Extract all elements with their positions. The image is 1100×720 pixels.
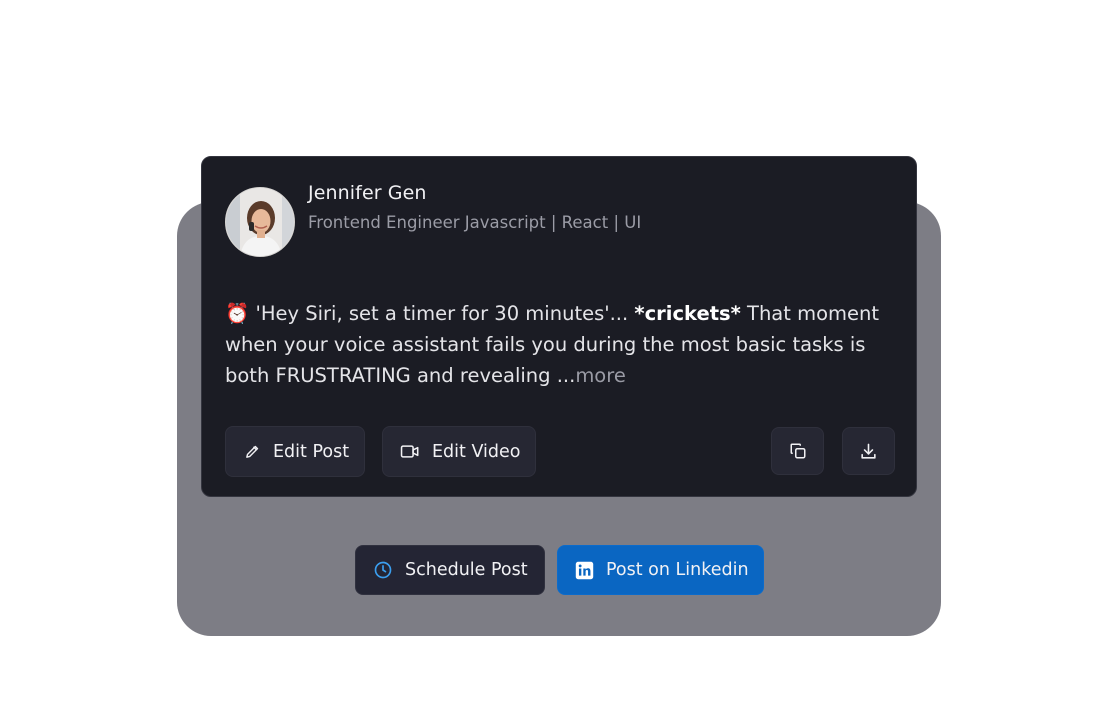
schedule-post-button[interactable]: Schedule Post (355, 545, 545, 595)
author-headline: Frontend Engineer Javascript | React | U… (308, 213, 642, 232)
post-body-bold: *crickets* (634, 302, 741, 325)
post-card: Jennifer Gen Frontend Engineer Javascrip… (201, 156, 917, 497)
edit-post-label: Edit Post (273, 441, 350, 462)
download-button[interactable] (842, 427, 895, 475)
schedule-post-label: Schedule Post (405, 560, 528, 580)
post-on-linkedin-label: Post on Linkedin (606, 560, 749, 580)
author-avatar (225, 187, 295, 257)
clock-icon (373, 560, 393, 580)
alarm-clock-emoji: ⏰ (225, 302, 250, 325)
copy-icon (789, 442, 807, 460)
post-on-linkedin-button[interactable]: Post on Linkedin (557, 545, 764, 595)
post-body: ⏰ 'Hey Siri, set a timer for 30 minutes'… (225, 298, 905, 391)
download-icon (859, 442, 878, 461)
edit-video-label: Edit Video (432, 441, 521, 462)
see-more-link[interactable]: more (575, 364, 626, 387)
linkedin-icon (575, 561, 594, 580)
edit-post-button[interactable]: Edit Post (225, 426, 365, 477)
video-camera-icon (400, 443, 420, 460)
pencil-icon (244, 443, 261, 460)
post-body-text-start: 'Hey Siri, set a timer for 30 minutes'..… (249, 302, 635, 325)
copy-button[interactable] (771, 427, 824, 475)
author-name: Jennifer Gen (308, 182, 427, 204)
edit-video-button[interactable]: Edit Video (382, 426, 536, 477)
